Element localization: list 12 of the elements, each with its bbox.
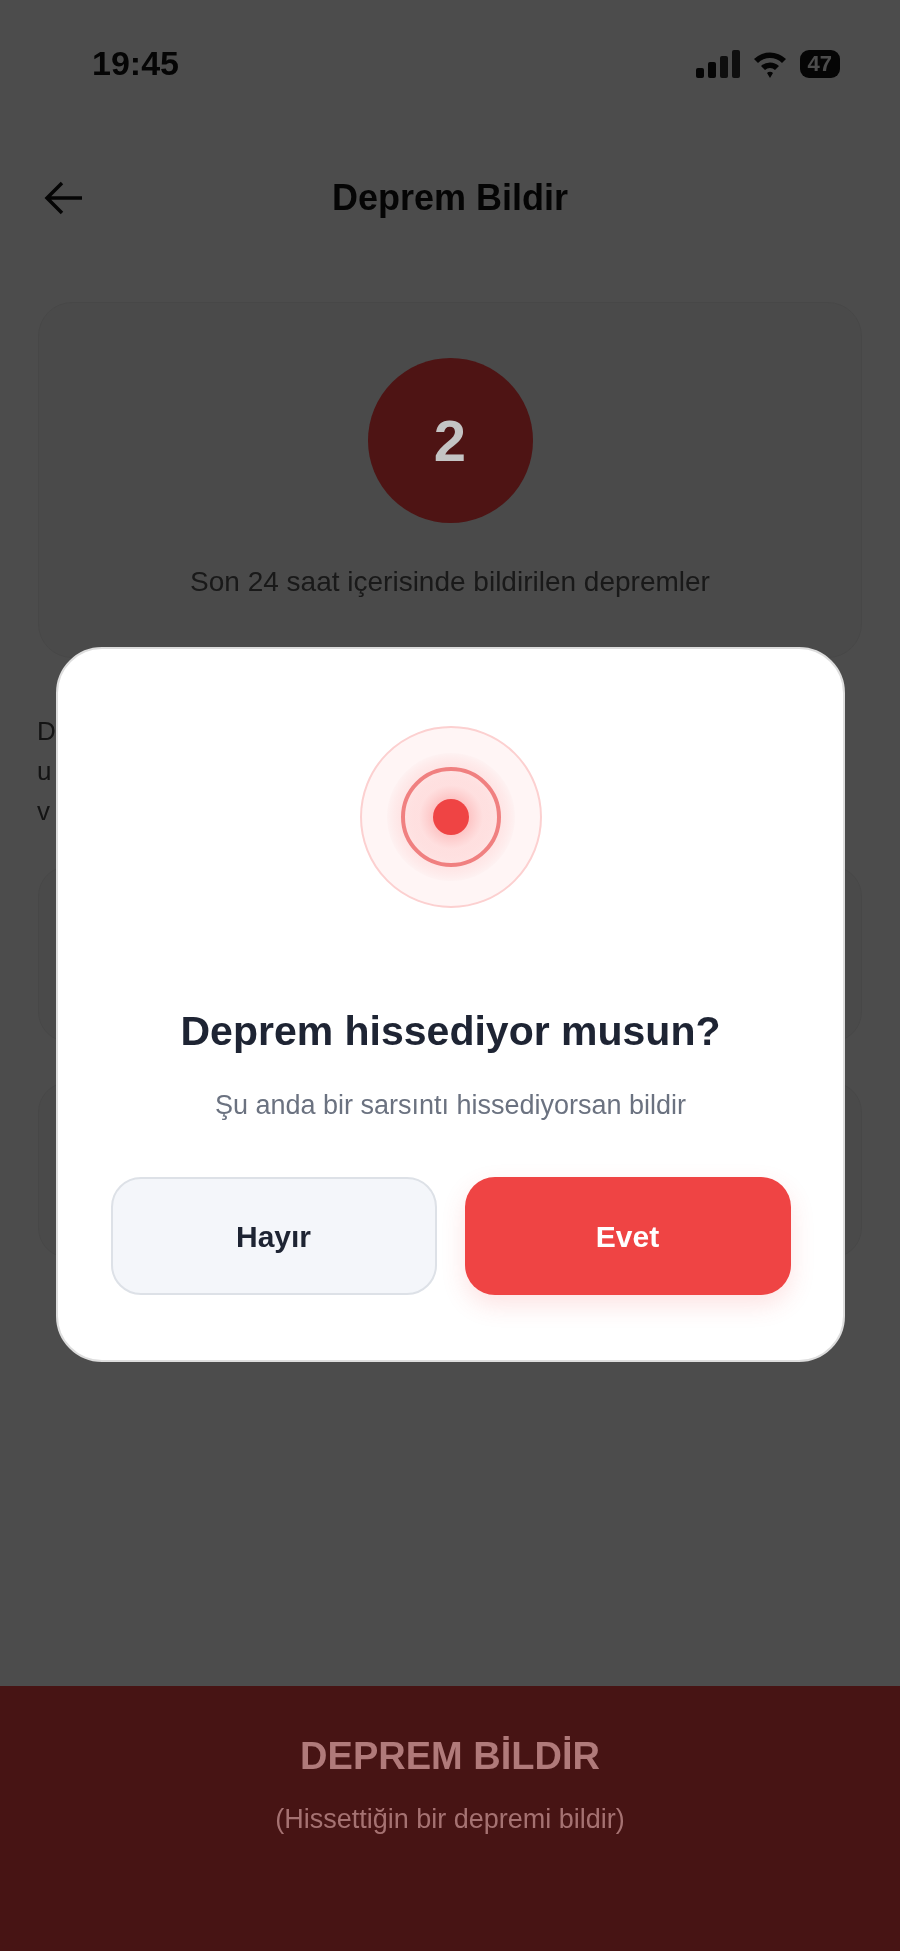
description-text: D <box>37 716 56 746</box>
no-button[interactable]: Hayır <box>110 1177 437 1295</box>
pulse-target-icon <box>358 725 543 909</box>
report-title: DEPREM BİLDİR <box>300 1734 600 1779</box>
status-time: 19:45 <box>92 46 179 80</box>
description-text: u <box>37 756 52 786</box>
dialog-subtitle: Şu anda bir sarsıntı hissediyorsan bildir <box>214 1088 687 1122</box>
description-text: v <box>37 796 50 826</box>
page-title: Deprem Bildir <box>331 175 569 220</box>
yes-button[interactable]: Evet <box>464 1177 791 1295</box>
report-subtitle: (Hissettiğin bir depremi bildir) <box>275 1803 625 1836</box>
dialog-title: Deprem hissediyor musun? <box>180 1007 721 1056</box>
